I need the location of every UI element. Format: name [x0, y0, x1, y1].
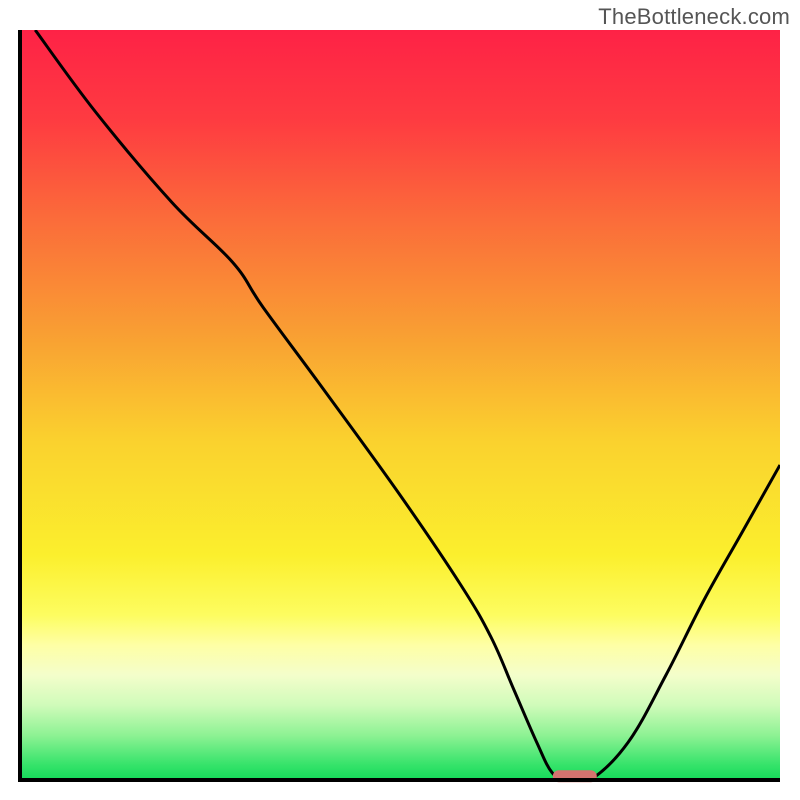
bottleneck-chart: [0, 0, 800, 800]
gradient-background: [20, 30, 780, 780]
